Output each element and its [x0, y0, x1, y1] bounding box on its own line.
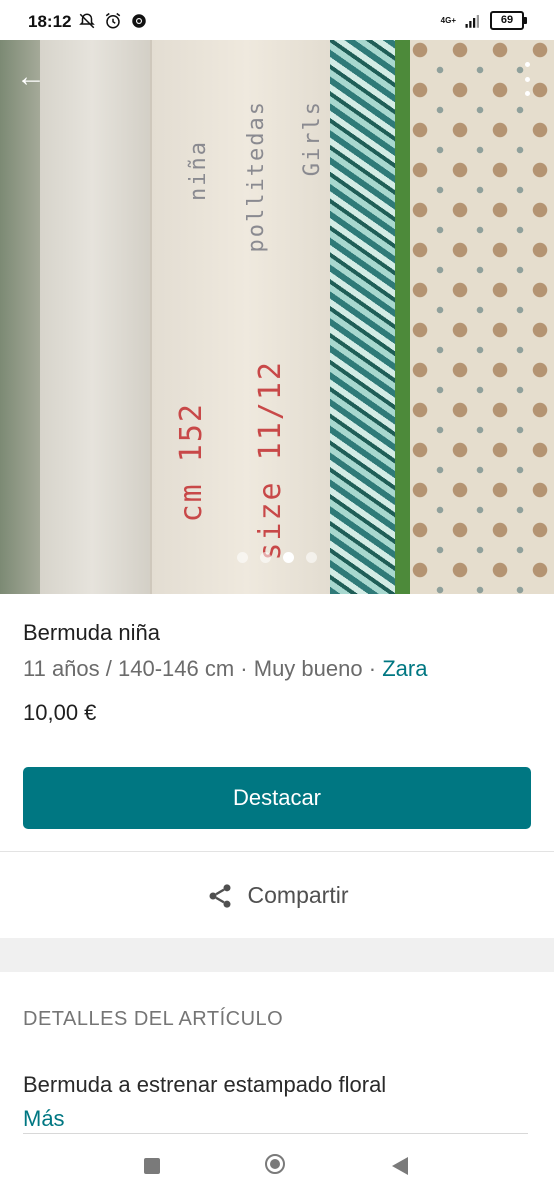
share-button[interactable]: Compartir: [0, 858, 554, 933]
meta-separator: ·: [368, 656, 377, 681]
label-text-line: cm 152: [174, 402, 209, 523]
notifications-off-icon: [79, 13, 95, 29]
status-icons-right: 4G+ 69: [440, 11, 527, 30]
details-heading: DETALLES DEL ARTÍCULO: [23, 1008, 284, 1030]
home-circle-icon[interactable]: [265, 1154, 285, 1174]
pager-dot[interactable]: [306, 552, 317, 563]
back-triangle-icon[interactable]: [392, 1157, 408, 1175]
label-text-line: pollitedas: [244, 100, 269, 253]
network-type: 4G+: [440, 15, 456, 25]
product-size: 11 años / 140-146 cm: [23, 656, 235, 681]
label-text-line: niña: [186, 140, 211, 201]
pager-dot-active[interactable]: [283, 552, 294, 563]
product-title: Bermuda niña: [23, 620, 160, 645]
photo-dotted-fabric: [410, 40, 554, 594]
more-vertical-icon[interactable]: [522, 62, 532, 96]
item-description: Bermuda a estrenar estampado floral: [23, 1072, 387, 1097]
carousel-pager: [0, 552, 554, 563]
battery-icon: 69: [490, 11, 527, 30]
share-icon: [209, 883, 231, 908]
signal-icon: [465, 14, 479, 28]
share-label: Compartir: [247, 882, 349, 908]
product-photo-carousel[interactable]: Girls pollitedas niña size 11/12 cm 152: [0, 40, 554, 594]
divider: [0, 851, 554, 852]
section-separator: [0, 938, 554, 972]
status-bar: 18:12 4G+ 69: [0, 0, 554, 40]
status-icons-left: [78, 12, 148, 30]
pager-dot[interactable]: [260, 552, 271, 563]
product-condition: Muy bueno: [253, 656, 363, 681]
recents-square-icon[interactable]: [144, 1158, 160, 1174]
product-meta: 11 años / 140-146 cm · Muy bueno · Zara: [23, 656, 533, 682]
more-link[interactable]: Más: [23, 1106, 65, 1132]
destacar-button[interactable]: Destacar: [23, 767, 531, 829]
chrome-icon: [132, 14, 146, 28]
product-price: 10,00 €: [23, 700, 97, 725]
label-text-line: size 11/12: [253, 360, 288, 561]
pager-dot[interactable]: [237, 552, 248, 563]
system-nav-bar: [0, 1134, 554, 1200]
label-text-line: Girls: [300, 100, 325, 177]
product-info: Bermuda niña 11 años / 140-146 cm · Muy …: [23, 620, 533, 726]
product-brand-link[interactable]: Zara: [382, 656, 427, 681]
alarm-icon: [105, 12, 121, 29]
status-time: 18:12: [28, 12, 72, 31]
meta-separator: ·: [240, 656, 248, 681]
arrow-left-icon[interactable]: ←: [14, 62, 48, 96]
